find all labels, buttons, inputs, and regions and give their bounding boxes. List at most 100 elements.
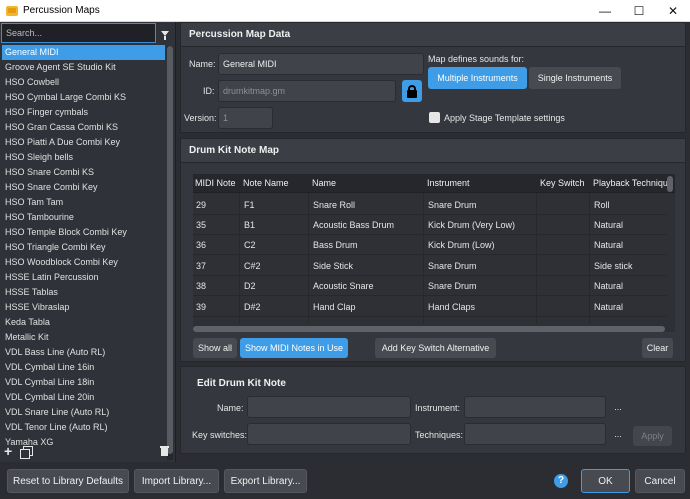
list-item[interactable]: VDL Bass Line (Auto RL) — [2, 345, 165, 360]
map-data-header: Percussion Map Data — [181, 23, 685, 47]
list-item[interactable]: HSSE Tablas — [2, 285, 165, 300]
close-button[interactable]: ✕ — [656, 0, 690, 22]
delete-map-button[interactable] — [160, 446, 170, 457]
note-map-table: MIDI Note Note Name Name Instrument Key … — [193, 174, 675, 332]
list-item[interactable]: HSO Temple Block Combi Key — [2, 225, 165, 240]
list-item[interactable]: HSO Cowbell — [2, 75, 165, 90]
list-item[interactable]: HSO Gran Cassa Combi KS — [2, 120, 165, 135]
edit-instrument-field[interactable] — [464, 396, 606, 418]
list-item[interactable]: HSO Finger cymbals — [2, 105, 165, 120]
list-item[interactable]: VDL Cymbal Line 16in — [2, 360, 165, 375]
table-vertical-scrollbar[interactable] — [667, 176, 673, 192]
list-item[interactable]: HSO Snare Combi KS — [2, 165, 165, 180]
list-item[interactable]: VDL Snare Line (Auto RL) — [2, 405, 165, 420]
version-field[interactable]: 1 — [218, 107, 273, 129]
list-item[interactable]: Groove Agent SE Studio Kit — [2, 60, 165, 75]
list-item[interactable]: HSO Snare Combi Key — [2, 180, 165, 195]
cell-name: Bass Drum — [313, 240, 358, 250]
cell-midi-note: 38 — [196, 281, 207, 291]
column-instrument[interactable]: Instrument — [426, 174, 536, 193]
list-scrollbar-thumb[interactable] — [167, 46, 173, 454]
table-row[interactable]: 37 C#2 Side Stick Snare Drum Side stick — [193, 256, 667, 276]
column-note-name[interactable]: Note Name — [242, 174, 308, 193]
cancel-button[interactable]: Cancel — [635, 469, 685, 493]
single-instruments-button[interactable]: Single Instruments — [529, 67, 621, 89]
maximize-button[interactable]: ☐ — [622, 0, 656, 22]
list-item[interactable]: VDL Tenor Line (Auto RL) — [2, 420, 165, 435]
id-label: ID: — [203, 86, 215, 96]
choose-instrument-button[interactable]: ... — [611, 399, 625, 419]
choose-techniques-button[interactable]: ... — [611, 426, 625, 446]
list-item[interactable]: HSO Woodblock Combi Key — [2, 255, 165, 270]
export-library-button[interactable]: Export Library... — [224, 469, 307, 493]
column-playback-technique[interactable]: Playback Technique — [592, 174, 667, 193]
clear-button[interactable]: Clear — [642, 338, 673, 358]
cell-note-name: B1 — [244, 220, 256, 230]
version-label: Version: — [184, 113, 217, 123]
list-item[interactable]: HSO Tam Tam — [2, 195, 165, 210]
list-item[interactable]: General MIDI — [2, 45, 165, 60]
minimize-button[interactable]: — — [588, 0, 622, 22]
cell-note-name: F1 — [244, 200, 255, 210]
list-item[interactable]: VDL Cymbal Line 20in — [2, 390, 165, 405]
apply-button[interactable]: Apply — [633, 426, 672, 446]
list-item[interactable]: HSSE Vibraslap — [2, 300, 165, 315]
table-row[interactable]: 36 C2 Bass Drum Kick Drum (Low) Natural — [193, 235, 667, 255]
edit-keyswitch-field[interactable] — [247, 423, 411, 445]
column-key-switch[interactable]: Key Switch — [539, 174, 589, 193]
list-item[interactable]: HSO Triangle Combi Key — [2, 240, 165, 255]
table-row[interactable]: 35 B1 Acoustic Bass Drum Kick Drum (Very… — [193, 215, 667, 235]
cell-name: Acoustic Snare — [313, 281, 374, 291]
cell-technique: Side stick — [594, 261, 633, 271]
filter-button[interactable] — [156, 23, 174, 43]
edit-techniques-field[interactable] — [464, 423, 606, 445]
add-key-switch-button[interactable]: Add Key Switch Alternative — [375, 338, 496, 358]
cell-note-name: C#2 — [244, 261, 261, 271]
show-all-button[interactable]: Show all — [193, 338, 237, 358]
column-name[interactable]: Name — [311, 174, 423, 193]
column-midi-note[interactable]: MIDI Note — [194, 174, 240, 193]
list-item[interactable]: HSO Piatti A Due Combi Key — [2, 135, 165, 150]
list-item[interactable]: HSO Tambourine — [2, 210, 165, 225]
table-row[interactable]: 38 D2 Acoustic Snare Snare Drum Natural — [193, 276, 667, 296]
ok-button[interactable]: OK — [581, 469, 630, 493]
table-horizontal-scrollbar[interactable] — [193, 326, 665, 332]
note-map-header: Drum Kit Note Map — [181, 139, 685, 163]
list-item[interactable]: HSSE Latin Percussion — [2, 270, 165, 285]
app-icon — [6, 5, 18, 16]
stage-template-checkbox[interactable] — [429, 112, 440, 123]
map-id-field[interactable]: drumkitmap.gm — [218, 80, 396, 102]
title-bar: Percussion Maps — ☐ ✕ — [0, 0, 690, 22]
table-row[interactable]: 39 D#2 Hand Clap Hand Claps Natural — [193, 297, 667, 317]
search-input[interactable] — [1, 23, 156, 43]
lock-id-button[interactable] — [402, 80, 422, 102]
window-title: Percussion Maps — [23, 5, 100, 16]
cell-technique: Natural — [594, 302, 624, 312]
list-item[interactable]: Keda Tabla — [2, 315, 165, 330]
reset-library-button[interactable]: Reset to Library Defaults — [7, 469, 129, 493]
table-row[interactable]: 29 F1 Snare Roll Snare Drum Roll — [193, 195, 667, 215]
import-library-button[interactable]: Import Library... — [134, 469, 219, 493]
help-icon[interactable]: ? — [554, 474, 568, 488]
edit-name-field[interactable] — [247, 396, 411, 418]
edit-instrument-label: Instrument: — [415, 403, 461, 413]
show-midi-notes-button[interactable]: Show MIDI Notes in Use — [240, 338, 348, 358]
duplicate-map-button[interactable] — [20, 446, 33, 459]
cell-instrument: Snare Drum — [428, 200, 477, 210]
cell-midi-note: 29 — [196, 200, 207, 210]
list-item[interactable]: HSO Cymbal Large Combi KS — [2, 90, 165, 105]
defines-label: Map defines sounds for: — [428, 54, 525, 64]
map-name-field[interactable]: General MIDI — [218, 53, 424, 75]
add-map-button[interactable]: + — [4, 444, 16, 458]
cell-instrument: Kick Drum (Very Low) — [428, 220, 516, 230]
multiple-instruments-button[interactable]: Multiple Instruments — [428, 67, 527, 89]
list-item[interactable]: Metallic Kit — [2, 330, 165, 345]
cell-note-name: D#2 — [244, 302, 261, 312]
list-scrollbar[interactable] — [167, 46, 173, 460]
list-item[interactable]: VDL Cymbal Line 18in — [2, 375, 165, 390]
list-item[interactable]: HSO Sleigh bells — [2, 150, 165, 165]
cell-name: Snare Roll — [313, 200, 356, 210]
cell-instrument: Hand Claps — [428, 302, 476, 312]
filter-icon — [161, 30, 169, 40]
cell-instrument: Snare Drum — [428, 281, 477, 291]
